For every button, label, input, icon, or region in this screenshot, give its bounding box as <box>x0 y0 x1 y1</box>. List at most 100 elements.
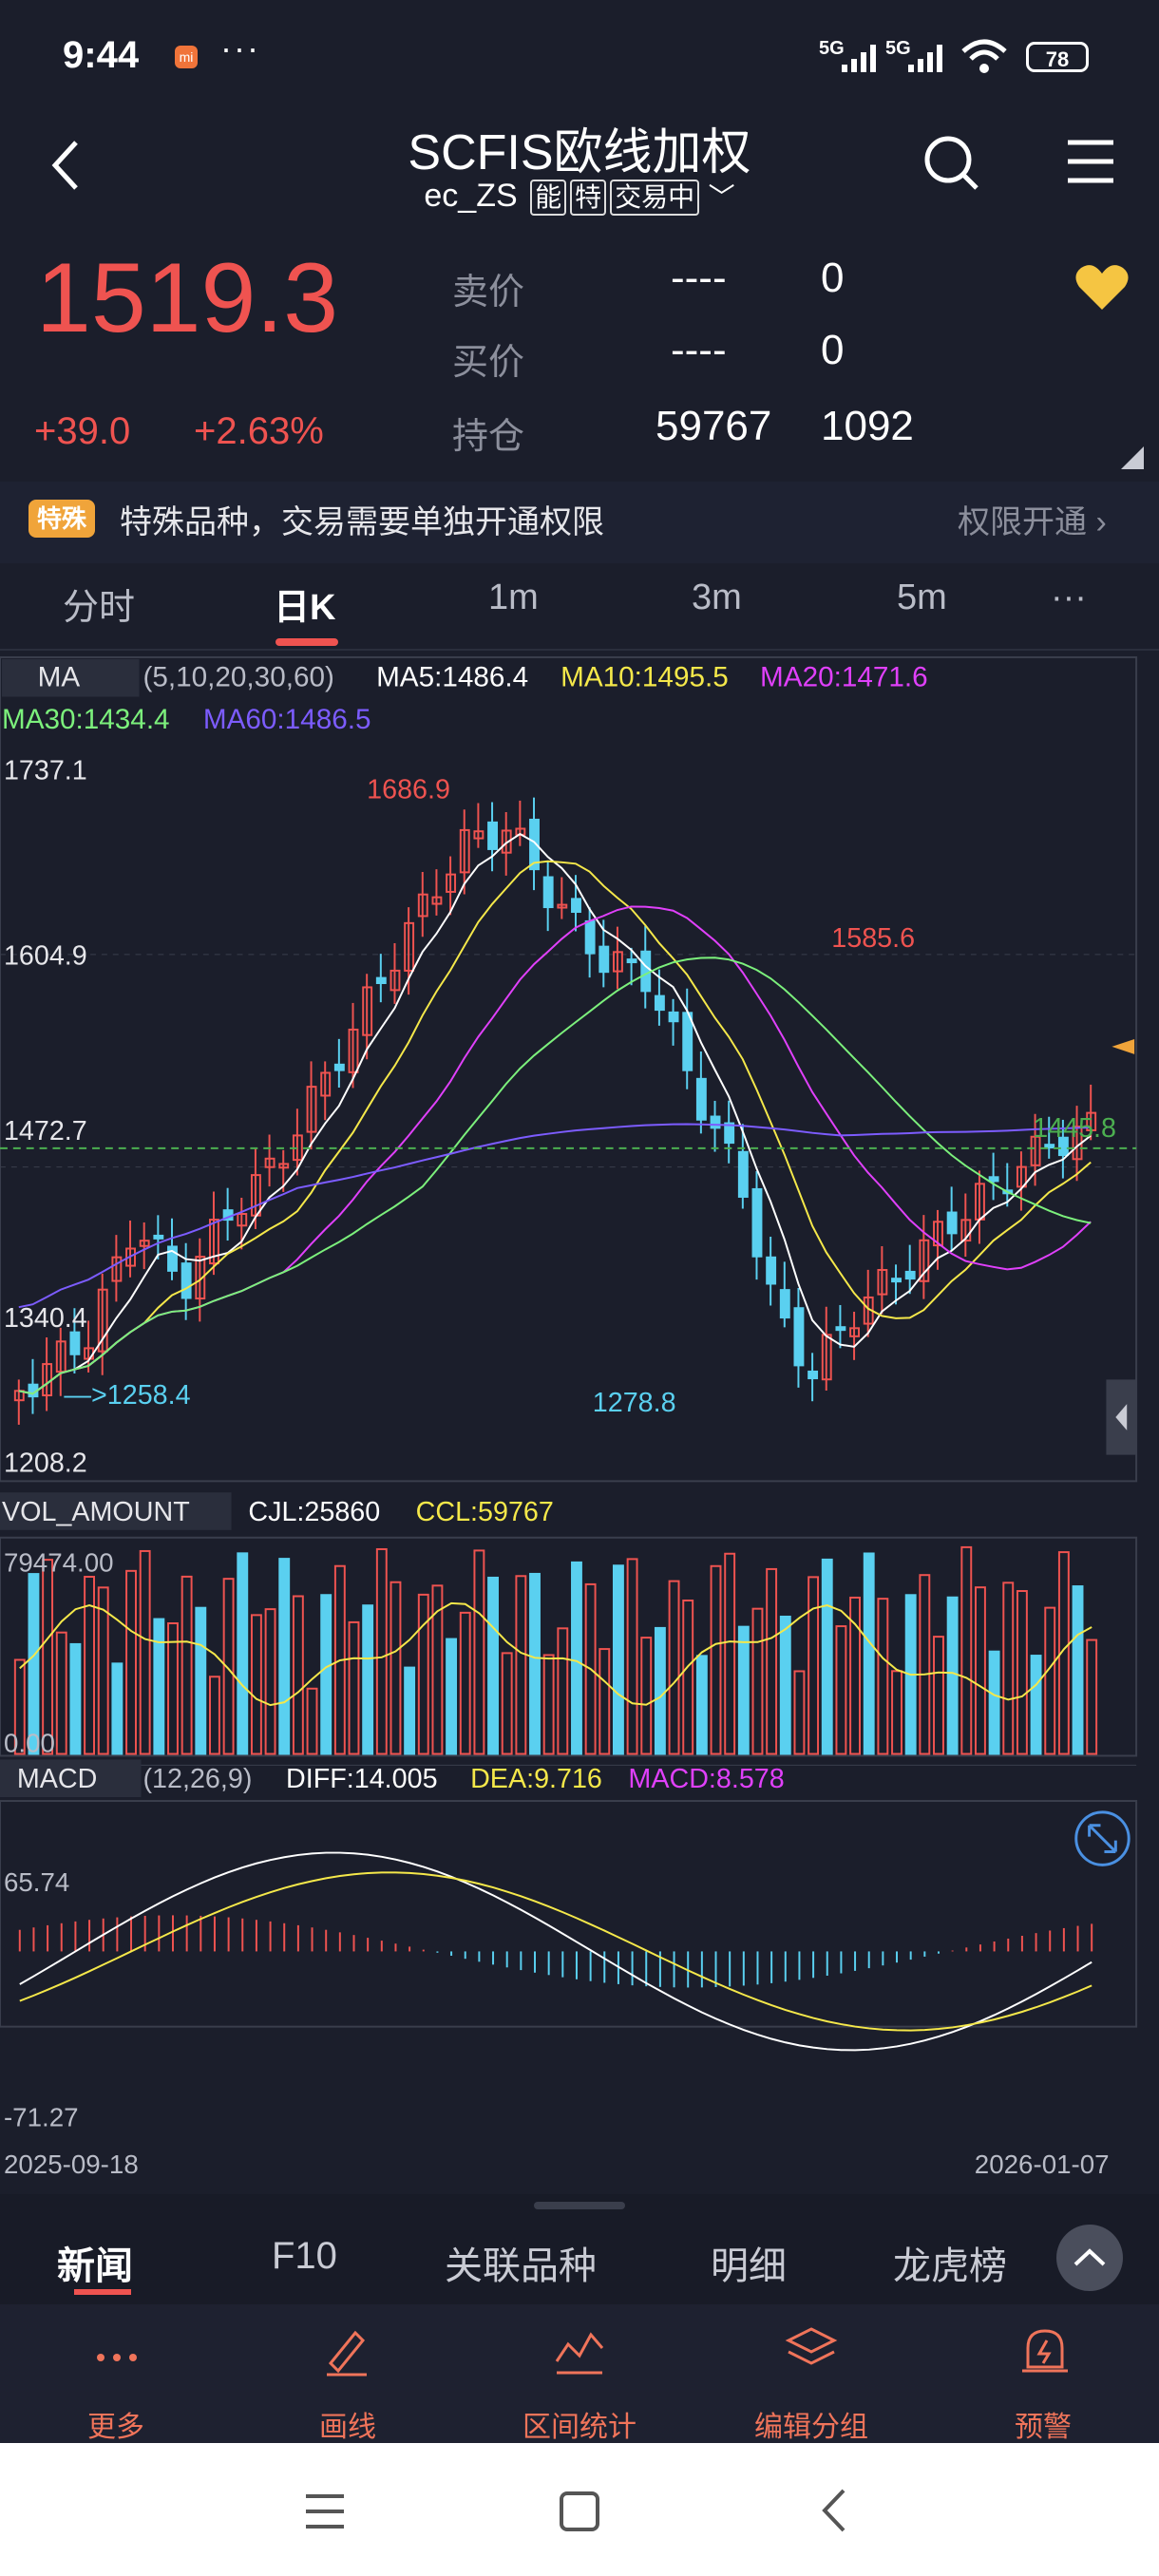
menu-icon[interactable] <box>1066 139 1115 184</box>
more-periods-icon[interactable]: ··· <box>1051 578 1087 618</box>
contract-code: ec_ZS <box>424 178 518 214</box>
ma-lines <box>18 832 1092 1395</box>
search-icon[interactable] <box>923 135 980 192</box>
open-interest: 59767 <box>656 403 772 449</box>
peak2-annotation: 1585.6 <box>831 923 915 954</box>
ma-params: (5,10,20,30,60) <box>143 662 334 693</box>
volume-bar <box>195 1606 207 1755</box>
layers-icon[interactable] <box>785 2325 838 2377</box>
volume-bar <box>919 1574 931 1755</box>
volume-bar <box>766 1567 778 1755</box>
collapse-button[interactable] <box>1056 2225 1123 2291</box>
drag-handle[interactable] <box>534 2202 625 2209</box>
volume-bar <box>975 1586 986 1755</box>
toolbar-draw[interactable]: 画线 <box>272 2403 424 2445</box>
more-dots-icon[interactable] <box>93 2339 141 2377</box>
volume-bar <box>724 1552 736 1755</box>
nav-back-icon[interactable] <box>817 2487 851 2534</box>
toolbar-range-stats[interactable]: 区间统计 <box>504 2403 656 2445</box>
macd-dea: DEA:9.716 <box>470 1764 602 1794</box>
buy-volume: 0 <box>821 327 845 373</box>
tab-f10[interactable]: F10 <box>272 2235 337 2278</box>
ma10-value: MA10:1495.5 <box>560 662 729 693</box>
candle-body <box>584 919 596 955</box>
axis-price-mid1: 1604.9 <box>4 941 87 972</box>
volume-name: VOL_AMOUNT <box>2 1497 190 1527</box>
candle-body <box>808 1370 819 1380</box>
volume-bar <box>180 1575 193 1755</box>
volume-bar <box>695 1655 708 1755</box>
contract-selector[interactable]: ec_ZS 能特交易中 ﹀ <box>0 177 1159 216</box>
buy-label: 买价 <box>452 343 525 383</box>
tab-related[interactable]: 关联品种 <box>445 2235 597 2290</box>
candle-body <box>695 1077 707 1121</box>
volume-bar <box>933 1636 944 1755</box>
sell-price: ---- <box>671 255 727 301</box>
macd-value: MACD:8.578 <box>628 1764 784 1794</box>
recent-apps-icon[interactable] <box>302 2491 348 2532</box>
volume-bar <box>891 1670 902 1755</box>
range-stats-icon[interactable] <box>553 2325 606 2377</box>
ma30-value: MA30:1434.4 <box>2 704 170 735</box>
tab-5m[interactable]: 5m <box>897 578 947 618</box>
volume-bar <box>362 1604 374 1755</box>
ma20-value: MA20:1471.6 <box>760 662 928 693</box>
candle-body <box>682 1012 694 1071</box>
candle-body <box>793 1307 805 1367</box>
candle-body <box>654 994 665 1012</box>
kline-chart[interactable]: MA (5,10,20,30,60) MA5:1486.4 MA10:1495.… <box>0 650 1148 2188</box>
tab-dragon-tiger[interactable]: 龙虎榜 <box>893 2235 1007 2290</box>
toolbar-more[interactable]: 更多 <box>40 2403 192 2445</box>
tag-trading: 交易中 <box>610 180 700 216</box>
axis-price-top: 1737.1 <box>4 756 87 786</box>
candle-body <box>571 898 581 914</box>
draw-line-icon[interactable] <box>323 2325 370 2377</box>
reference-line-label: 1445.8 <box>1033 1113 1116 1144</box>
volume-bar <box>821 1558 833 1755</box>
candle-body <box>766 1256 777 1285</box>
volume-bar <box>682 1600 694 1755</box>
dea-line <box>19 1871 1092 2032</box>
open-interest-label: 持仓 <box>452 417 525 457</box>
toolbar-edit-group[interactable]: 编辑分组 <box>735 2403 887 2445</box>
tab-details[interactable]: 明细 <box>711 2235 787 2290</box>
candle-body <box>988 1176 999 1183</box>
favorite-heart-icon[interactable] <box>1074 262 1130 313</box>
tab-daily-k[interactable]: 日K <box>274 578 335 630</box>
volume-bar <box>877 1598 889 1755</box>
battery-icon: 78 <box>1026 42 1089 72</box>
open-permission-link[interactable]: 权限开通 › <box>958 496 1107 542</box>
volume-bar <box>28 1573 40 1755</box>
tab-3m[interactable]: 3m <box>692 578 742 618</box>
volume-bar <box>710 1564 722 1755</box>
sell-volume: 0 <box>821 255 845 301</box>
tab-news[interactable]: 新闻 <box>57 2235 133 2290</box>
candle-body <box>891 1278 902 1283</box>
signal-icon <box>842 45 876 72</box>
volume-axis-min: 0.00 <box>4 1729 55 1758</box>
alert-bell-icon[interactable] <box>1018 2325 1072 2377</box>
candle-body <box>333 1063 345 1071</box>
candle-body <box>153 1234 164 1240</box>
candle-body <box>598 945 610 974</box>
axis-price-mid2: 1472.7 <box>4 1116 87 1146</box>
volume-bar <box>111 1662 124 1755</box>
notice-text: 特殊品种，交易需要单独开通权限 <box>120 504 604 540</box>
volume-bar <box>557 1627 569 1755</box>
candle-body <box>737 1150 749 1198</box>
volume-bar <box>55 1631 67 1755</box>
tab-1m[interactable]: 1m <box>488 578 539 618</box>
low-left-annotation: —>1258.4 <box>64 1380 190 1411</box>
open-interest-line <box>19 1601 1092 1707</box>
volume-bar <box>473 1549 485 1755</box>
price-change-pct: +2.63% <box>194 410 324 452</box>
app-notification-icon: mi <box>175 46 198 68</box>
tab-intraday[interactable]: 分时 <box>63 578 135 630</box>
candle-body <box>710 1115 721 1129</box>
low-annotation: 1278.8 <box>593 1388 676 1418</box>
home-icon[interactable] <box>557 2489 602 2534</box>
macd-axis-max: 65.74 <box>4 1867 69 1897</box>
toolbar-alert[interactable]: 预警 <box>967 2403 1119 2445</box>
tag-special: 特 <box>570 180 607 216</box>
volume-bar <box>571 1561 582 1755</box>
